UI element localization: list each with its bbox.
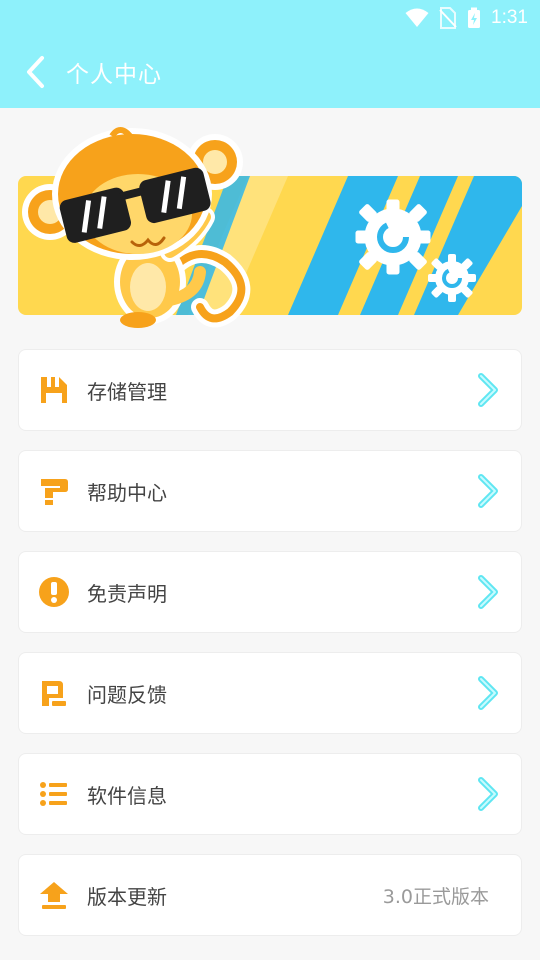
storage-icon bbox=[37, 373, 71, 407]
back-button[interactable] bbox=[16, 52, 56, 92]
feedback-icon bbox=[37, 676, 71, 710]
no-sim-icon bbox=[439, 7, 457, 29]
menu-item-version-update[interactable]: 版本更新 3.0正式版本 bbox=[18, 854, 522, 936]
chevron-right-icon bbox=[478, 474, 498, 508]
menu-item-label: 帮助中心 bbox=[87, 480, 167, 505]
monkey-mascot-icon bbox=[22, 127, 251, 328]
menu-item-feedback[interactable]: 问题反馈 bbox=[18, 652, 522, 734]
page-title: 个人中心 bbox=[66, 62, 162, 88]
menu-item-software-info[interactable]: 软件信息 bbox=[18, 753, 522, 835]
menu-item-disclaimer[interactable]: 免责声明 bbox=[18, 551, 522, 633]
update-icon bbox=[37, 878, 71, 912]
status-time: 1:31 bbox=[491, 7, 528, 28]
app-header: 1:31 个人中心 bbox=[0, 0, 540, 108]
info-list-icon bbox=[37, 777, 71, 811]
chevron-right-icon bbox=[478, 373, 498, 407]
help-icon bbox=[37, 474, 71, 508]
chevron-right-icon bbox=[478, 575, 498, 609]
chevron-right-icon bbox=[478, 777, 498, 811]
small-gear-icon bbox=[428, 254, 476, 302]
version-value: 3.0正式版本 bbox=[382, 885, 489, 908]
menu-item-label: 存储管理 bbox=[87, 379, 167, 404]
title-bar: 个人中心 bbox=[0, 44, 540, 100]
menu-item-help[interactable]: 帮助中心 bbox=[18, 450, 522, 532]
menu-item-storage[interactable]: 存储管理 bbox=[18, 349, 522, 431]
status-bar: 1:31 bbox=[405, 4, 528, 32]
wifi-icon bbox=[405, 8, 429, 27]
menu-item-label: 版本更新 bbox=[87, 884, 167, 909]
chevron-right-icon bbox=[478, 676, 498, 710]
disclaimer-icon bbox=[37, 575, 71, 609]
menu-item-label: 问题反馈 bbox=[87, 682, 167, 707]
battery-charging-icon bbox=[468, 7, 481, 28]
menu-item-label: 免责声明 bbox=[87, 581, 167, 606]
chevron-left-icon bbox=[27, 56, 44, 88]
menu-item-label: 软件信息 bbox=[87, 783, 167, 808]
